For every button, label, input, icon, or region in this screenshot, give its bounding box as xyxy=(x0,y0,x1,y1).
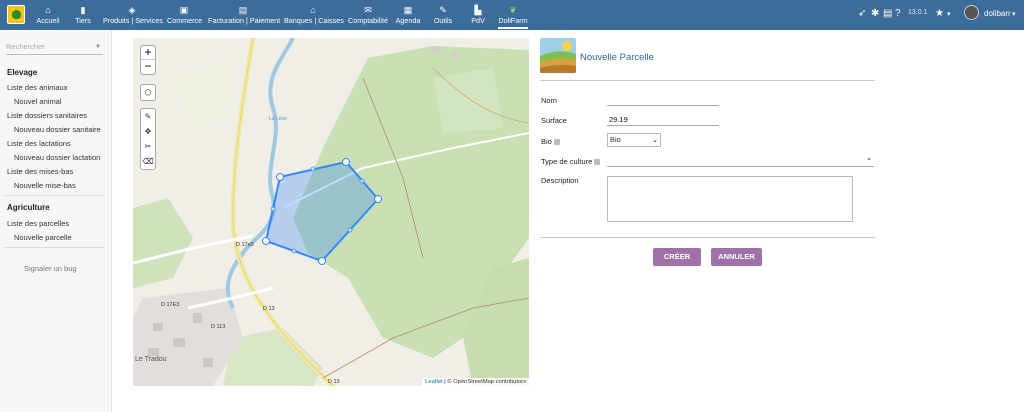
menu-link-new-lactation[interactable]: Nouveau dossier lactation xyxy=(14,153,100,162)
chevron-down-icon[interactable]: ▾ xyxy=(947,10,951,18)
zoom-in-button[interactable]: + xyxy=(141,46,155,60)
chevron-down-icon: ⌄ xyxy=(866,155,872,162)
top-navbar: ⌂ Accueil ▮ Tiers ◈ Produits | Services … xyxy=(0,0,1024,30)
road-label: D 13 xyxy=(328,379,340,385)
building-icon: ▮ xyxy=(80,5,86,15)
help-icon[interactable]: ? xyxy=(895,8,901,19)
info-icon xyxy=(594,159,601,166)
nav-billing[interactable]: ▤ Facturation | Paiement xyxy=(208,4,280,26)
town-label: Le Tradou xyxy=(135,356,167,363)
menu-divider xyxy=(5,195,104,196)
zoom-out-button[interactable]: − xyxy=(141,60,155,74)
info-icon xyxy=(553,139,560,146)
cancel-button[interactable]: ANNULER xyxy=(711,248,762,266)
draw-polygon-control: ⬠ xyxy=(140,84,156,101)
app-logo[interactable] xyxy=(7,5,25,24)
username[interactable]: dolibarr xyxy=(984,9,1011,18)
menu-title-agriculture: Agriculture xyxy=(7,203,50,212)
draw-polygon-icon[interactable]: ⬠ xyxy=(141,85,155,100)
description-label: Description xyxy=(541,176,579,185)
edit-vertex-icon[interactable]: ✎ xyxy=(141,109,155,124)
parcel-map[interactable]: D 17e3 D 17E3 D 113 D 13 D 13 Le Tradou … xyxy=(133,38,529,386)
report-bug-link[interactable]: Signaler un bug xyxy=(24,264,77,273)
title-divider xyxy=(540,80,875,81)
menu-link-parcels[interactable]: Liste des parcelles xyxy=(7,219,69,228)
chevron-down-icon: ▼ xyxy=(95,44,101,50)
menu-link-new-birth[interactable]: Nouvelle mise-bas xyxy=(14,181,76,190)
nom-label: Nom xyxy=(541,96,557,105)
menu-divider xyxy=(5,247,104,248)
cube-icon: ◈ xyxy=(128,5,136,15)
nav-agenda[interactable]: ▦ Agenda xyxy=(395,4,421,26)
page-title: Nouvelle Parcelle xyxy=(580,52,654,63)
user-chevron-down-icon[interactable]: ▾ xyxy=(1012,10,1016,18)
wrench-icon: ✎ xyxy=(439,5,447,15)
bug-icon[interactable]: ✱ xyxy=(871,8,879,19)
cash-register-icon: ▙ xyxy=(474,5,482,15)
menu-link-sanitary-list[interactable]: Liste dossiers sanitaires xyxy=(7,111,87,120)
version-label: 13.0.1 xyxy=(908,9,928,16)
nav-products[interactable]: ◈ Produits | Services xyxy=(103,4,163,26)
road-label: D 17e3 xyxy=(236,242,254,248)
nav-tiers[interactable]: ▮ Tiers xyxy=(74,4,92,26)
edit-toolbar: ✎ ✥ ✂ ⌫ xyxy=(140,108,156,170)
rocket-icon[interactable]: ➶ xyxy=(858,8,866,19)
map-tiles: D 17e3 D 17E3 D 113 D 13 D 13 Le Tradou … xyxy=(133,38,529,386)
menu-link-new-animal[interactable]: Nouvel animal xyxy=(14,97,62,106)
culture-type-label: Type de culture xyxy=(541,157,601,166)
menu-link-lactations[interactable]: Liste des lactations xyxy=(7,139,71,148)
description-textarea[interactable] xyxy=(607,176,853,222)
road-label: D 13 xyxy=(263,306,275,312)
home-icon: ⌂ xyxy=(45,5,51,15)
surface-field[interactable] xyxy=(607,113,719,126)
nav-accounting[interactable]: ✉ Comptabilité xyxy=(348,4,388,26)
nom-field[interactable] xyxy=(607,93,719,106)
star-icon[interactable]: ★ xyxy=(935,8,944,19)
money-icon: ▤ xyxy=(238,5,248,15)
map-attribution: Leaflet | © OpenStreetMap contributors xyxy=(422,378,529,386)
create-button[interactable]: CRÉER xyxy=(653,248,701,266)
eraser-icon[interactable]: ⌫ xyxy=(141,154,155,169)
menu-link-new-parcel[interactable]: Nouvelle parcelle xyxy=(14,233,72,242)
print-icon[interactable]: ▤ xyxy=(883,8,892,19)
briefcase-icon: ▣ xyxy=(179,5,189,15)
chevron-down-icon: ⌄ xyxy=(652,137,658,144)
search-select[interactable]: Rechercher ▼ xyxy=(6,41,103,55)
bio-select[interactable]: Bio ⌄ xyxy=(607,133,661,147)
menu-title-elevage: Elevage xyxy=(7,68,38,77)
bio-label: Bio xyxy=(541,137,560,146)
sprout-icon: ❦ xyxy=(509,5,517,15)
culture-type-select[interactable]: ⌄ xyxy=(607,153,874,167)
bank-icon: ⌂ xyxy=(310,5,316,15)
parcel-picto-icon xyxy=(540,38,576,73)
avatar[interactable] xyxy=(964,5,979,20)
nav-commerce[interactable]: ▣ Commerce xyxy=(167,4,202,26)
road-label: D 113 xyxy=(211,324,225,330)
nav-pos[interactable]: ▙ PdV xyxy=(470,4,486,26)
menu-link-new-sanitary[interactable]: Nouveau dossier sanitaire xyxy=(14,125,101,134)
ledger-icon: ✉ xyxy=(364,5,372,15)
river-label: La Lèze xyxy=(269,116,287,122)
surface-label: Surface xyxy=(541,116,567,125)
calendar-icon: ▦ xyxy=(403,5,413,15)
nav-home[interactable]: ⌂ Accueil xyxy=(36,4,60,26)
nav-dolifarm[interactable]: ❦ DoliFarm xyxy=(498,4,528,29)
menu-link-animals[interactable]: Liste des animaux xyxy=(7,83,67,92)
nav-tools[interactable]: ✎ Outils xyxy=(433,4,453,26)
leaflet-link[interactable]: Leaflet xyxy=(425,379,442,385)
cut-icon[interactable]: ✂ xyxy=(141,139,155,154)
zoom-control: + − xyxy=(140,45,156,75)
menu-link-births[interactable]: Liste des mises-bas xyxy=(7,167,73,176)
form-divider xyxy=(540,237,875,238)
sidebar: Rechercher ▼ Elevage Liste des animaux N… xyxy=(0,30,112,412)
nav-banks[interactable]: ⌂ Banques | Caisses xyxy=(284,4,344,26)
road-label: D 17E3 xyxy=(161,302,179,308)
drag-move-icon[interactable]: ✥ xyxy=(141,124,155,139)
